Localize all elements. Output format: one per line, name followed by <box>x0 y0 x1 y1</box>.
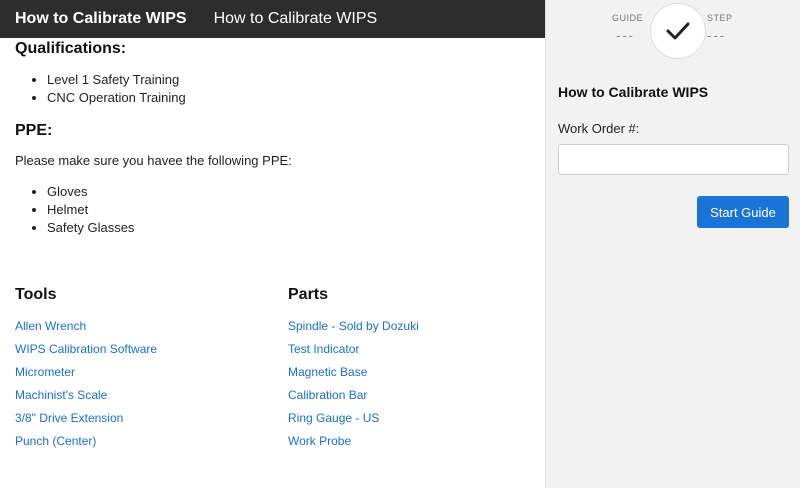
part-link[interactable]: Work Probe <box>288 433 419 456</box>
list-item: CNC Operation Training <box>47 89 186 107</box>
part-link[interactable]: Calibration Bar <box>288 387 419 410</box>
sidebar-title: How to Calibrate WIPS <box>558 84 709 100</box>
list-item: Helmet <box>47 201 134 219</box>
part-link[interactable]: Test Indicator <box>288 341 419 364</box>
tool-link[interactable]: Machinist's Scale <box>15 387 157 410</box>
start-guide-button[interactable]: Start Guide <box>697 196 789 228</box>
tool-link[interactable]: 3/8" Drive Extension <box>15 410 157 433</box>
guide-progress: GUIDE --- STEP --- <box>546 0 800 70</box>
tool-link[interactable]: WIPS Calibration Software <box>15 341 157 364</box>
tool-link[interactable]: Allen Wrench <box>15 318 157 341</box>
qualifications-title: Qualifications: <box>15 40 127 57</box>
list-item: Gloves <box>47 183 134 201</box>
list-item: Level 1 Safety Training <box>47 71 186 89</box>
top-header: How to Calibrate WIPS How to Calibrate W… <box>0 0 545 38</box>
ppe-text: Please make sure you havee the following… <box>15 153 292 168</box>
part-link[interactable]: Ring Gauge - US <box>288 410 419 433</box>
parts-list: Spindle - Sold by Dozuki Test Indicator … <box>288 318 419 456</box>
guide-label: GUIDE <box>612 13 644 23</box>
step-label: STEP <box>707 13 733 23</box>
guide-sidebar: GUIDE --- STEP --- How to Calibrate WIPS… <box>545 0 800 488</box>
tools-list: Allen Wrench WIPS Calibration Software M… <box>15 318 157 456</box>
checkmark-icon <box>650 3 706 59</box>
header-subtitle: How to Calibrate WIPS <box>213 10 378 27</box>
tools-title: Tools <box>15 286 57 303</box>
parts-title: Parts <box>288 286 329 303</box>
part-link[interactable]: Spindle - Sold by Dozuki <box>288 318 419 341</box>
guide-value: --- <box>616 28 635 43</box>
tool-link[interactable]: Micrometer <box>15 364 157 387</box>
step-value: --- <box>707 28 726 43</box>
work-order-label: Work Order #: <box>558 121 640 136</box>
ppe-title: PPE: <box>15 122 53 139</box>
header-title: How to Calibrate WIPS <box>15 10 187 27</box>
ppe-list: Gloves Helmet Safety Glasses <box>47 183 134 237</box>
part-link[interactable]: Magnetic Base <box>288 364 419 387</box>
qualifications-list: Level 1 Safety Training CNC Operation Tr… <box>47 71 186 107</box>
work-order-input[interactable] <box>558 144 789 175</box>
tool-link[interactable]: Punch (Center) <box>15 433 157 456</box>
list-item: Safety Glasses <box>47 219 134 237</box>
